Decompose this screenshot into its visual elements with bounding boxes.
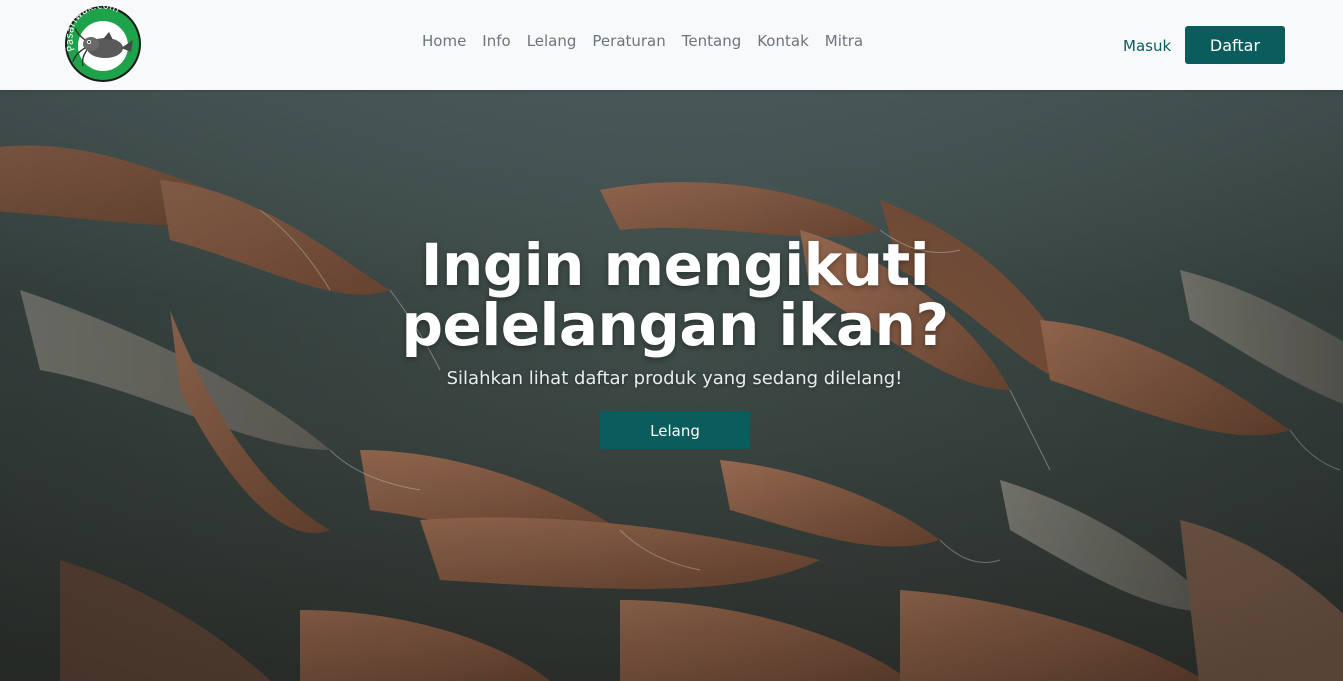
nav-link-kontak[interactable]: Kontak bbox=[749, 30, 817, 52]
hero-content: Ingin mengikuti pelelangan ikan? Silahka… bbox=[0, 90, 1343, 681]
hero-title-line-1: Ingin mengikuti bbox=[420, 231, 930, 299]
nav-link-lelang[interactable]: Lelang bbox=[519, 30, 585, 52]
nav-link-tentang[interactable]: Tentang bbox=[674, 30, 749, 52]
main-nav: Home Info Lelang Peraturan Tentang Konta… bbox=[414, 30, 871, 52]
lelang-button[interactable]: Lelang bbox=[600, 411, 750, 449]
nav-link-info[interactable]: Info bbox=[474, 30, 518, 52]
hero-section: Ingin mengikuti pelelangan ikan? Silahka… bbox=[0, 90, 1343, 681]
hero-subtitle: Silahkan lihat daftar produk yang sedang… bbox=[446, 368, 903, 389]
register-button[interactable]: Daftar bbox=[1185, 26, 1285, 64]
nav-link-peraturan[interactable]: Peraturan bbox=[584, 30, 673, 52]
nav-link-mitra[interactable]: Mitra bbox=[817, 30, 871, 52]
site-logo[interactable]: PasarIwak.com bbox=[63, 0, 145, 86]
navbar: PasarIwak.com Home Info Lelang Peraturan… bbox=[0, 0, 1343, 90]
nav-link-home[interactable]: Home bbox=[414, 30, 474, 52]
hero-title: Ingin mengikuti pelelangan ikan? bbox=[0, 235, 1343, 355]
hero-title-line-2: pelelangan ikan? bbox=[401, 291, 949, 359]
login-link[interactable]: Masuk bbox=[1123, 35, 1171, 57]
